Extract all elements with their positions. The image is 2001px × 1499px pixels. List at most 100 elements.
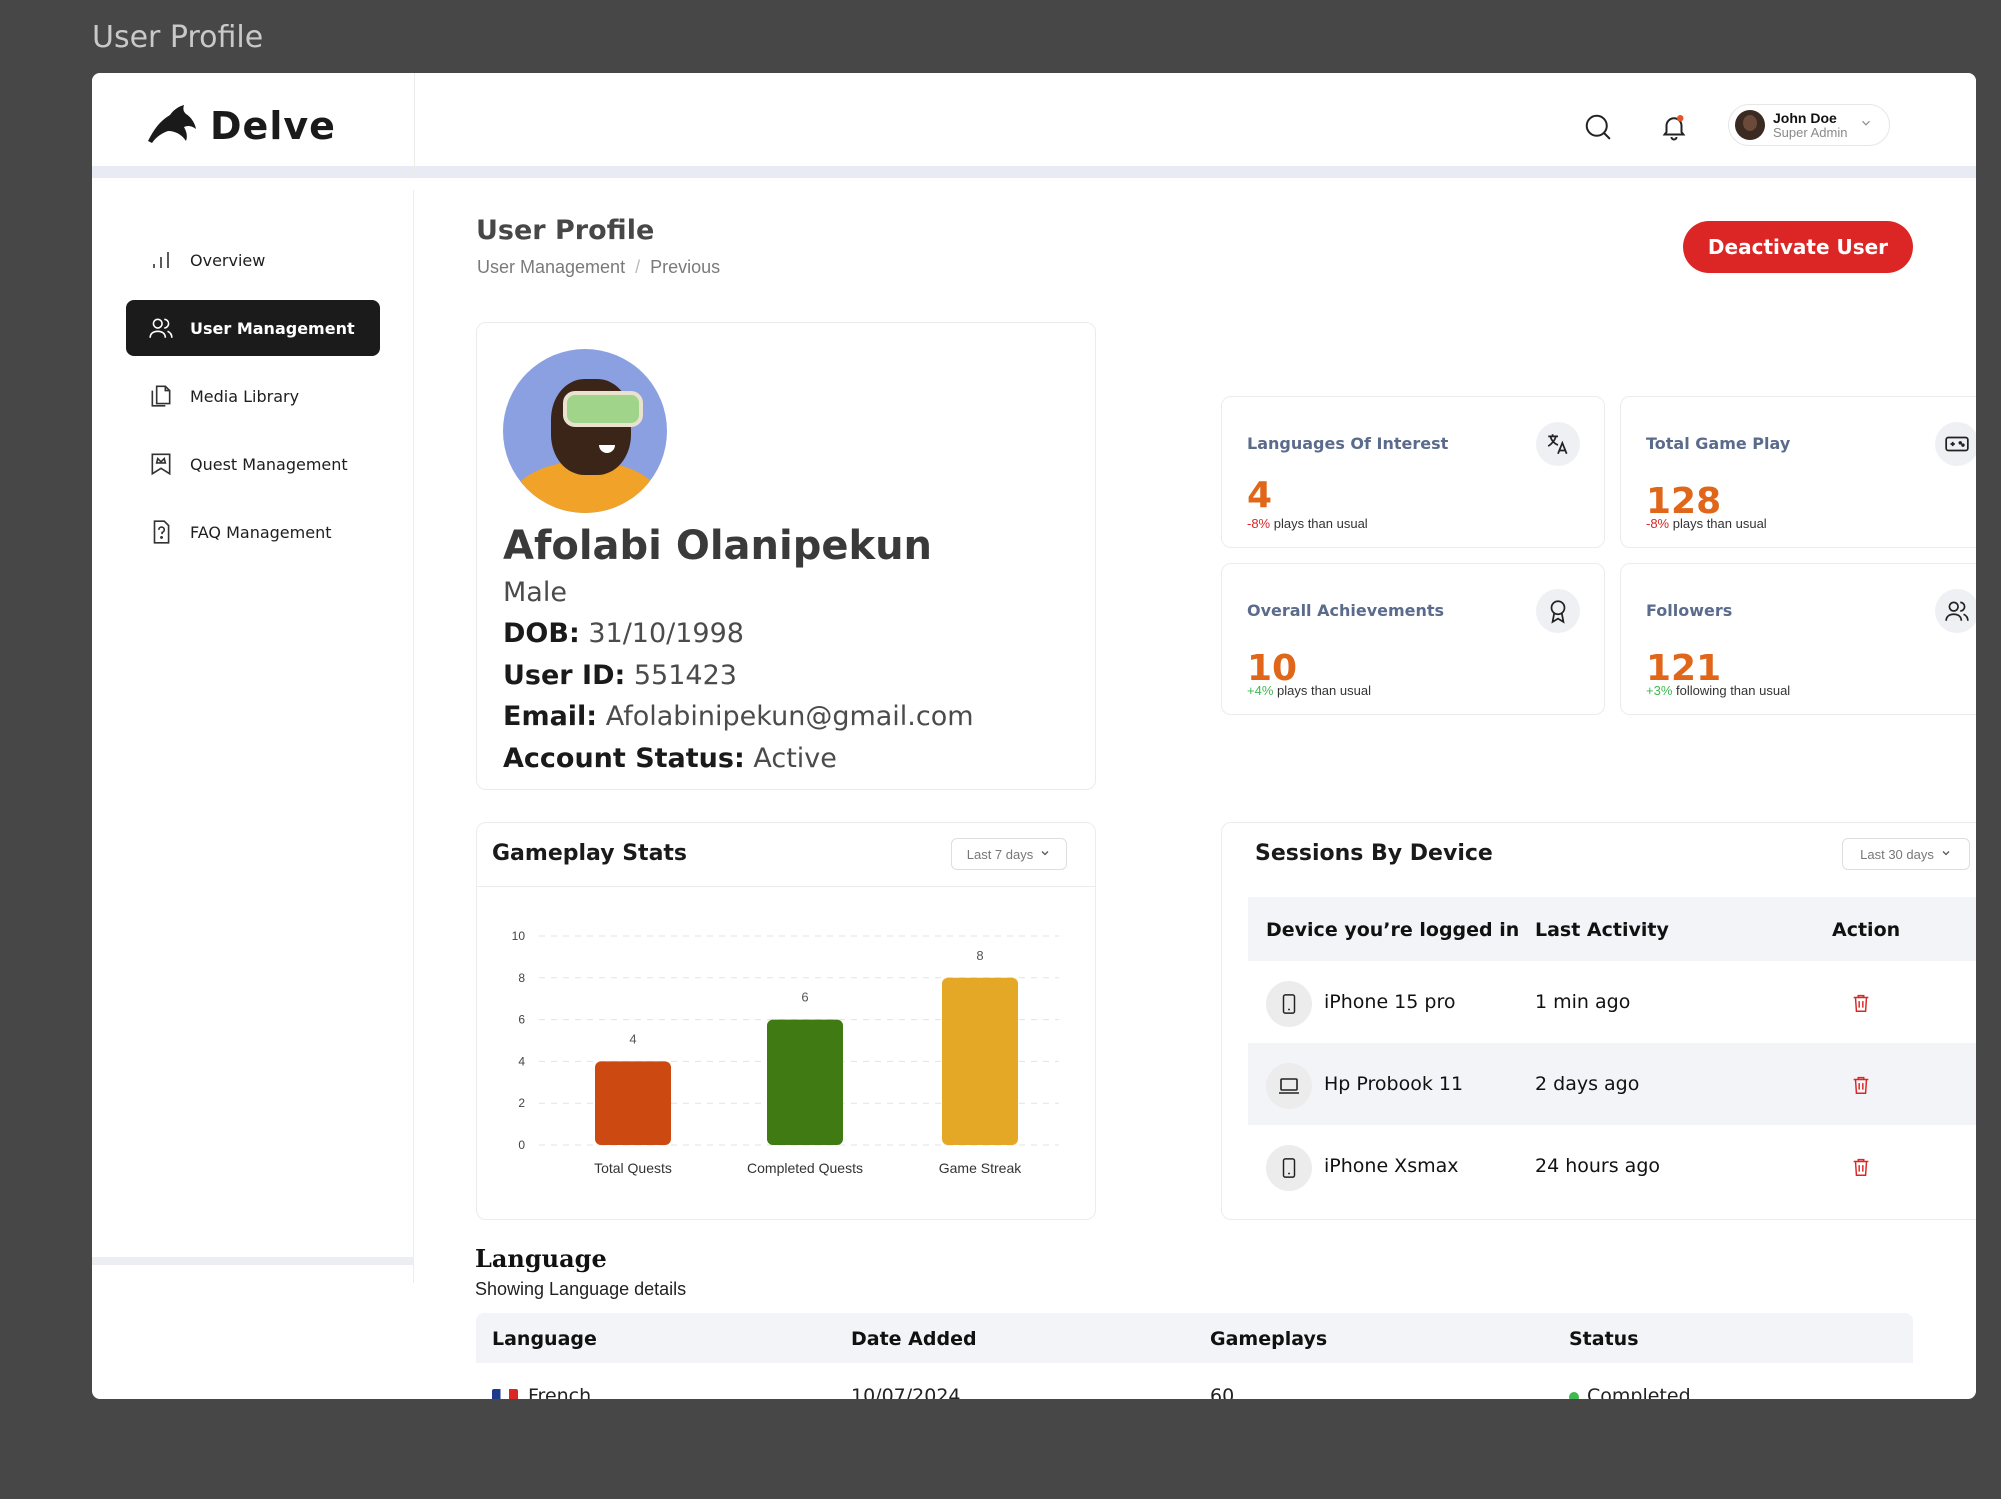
data-label: 6 [801, 990, 808, 1005]
sidebar-item-label: Quest Management [190, 454, 348, 474]
sidebar-item-user-management[interactable]: User Management [126, 300, 380, 356]
date-added-cell: 10/07/2024 [851, 1385, 961, 1399]
topbar-divider [414, 73, 415, 178]
stat-card-languages: Languages Of Interest 4 -8% plays than u… [1221, 396, 1605, 548]
y-tick-label: 2 [518, 1096, 525, 1110]
page-title: User Profile [476, 215, 655, 246]
stat-title: Languages Of Interest [1247, 434, 1449, 453]
table-row: iPhone Xsmax 24 hours ago [1248, 1125, 1976, 1207]
bar-chart-icon [148, 247, 174, 273]
deactivate-user-button[interactable]: Deactivate User [1683, 221, 1913, 273]
gameplay-bar-chart: 0 2 4 6 8 10 4 Total Quests 6 Completed Quests 8 Ga… [512, 929, 1059, 1176]
stat-card-followers: Followers 121 +3% following than usual [1620, 563, 1976, 715]
trash-icon[interactable] [1848, 989, 1874, 1017]
x-tick-label: Total Quests [594, 1160, 672, 1176]
sidebar-item-faq-management[interactable]: FAQ Management [126, 504, 380, 560]
phone-icon [1266, 981, 1312, 1027]
sessions-by-device-card: Sessions By Device Last 30 days Device y… [1221, 822, 1976, 1220]
last-activity: 1 min ago [1535, 991, 1631, 1013]
stat-value: 4 [1247, 475, 1273, 516]
table-row: iPhone 15 pro 1 min ago [1248, 961, 1976, 1043]
gameplay-stats-card: Gameplay Stats Last 7 days 0 2 4 6 8 10 4 Total… [476, 822, 1096, 1220]
y-tick-label: 10 [512, 929, 526, 943]
user-role: Super Admin [1773, 124, 1848, 140]
column-header: Language [492, 1328, 597, 1350]
sidebar-item-label: User Management [190, 318, 355, 338]
question-file-icon [148, 519, 174, 545]
breadcrumb-separator: / [635, 257, 641, 277]
column-header: Device you’re logged in [1266, 919, 1520, 941]
x-tick-label: Completed Quests [747, 1160, 863, 1176]
breadcrumb-item[interactable]: User Management [477, 257, 625, 278]
phone-icon [1266, 1145, 1312, 1191]
sidebar-item-media-library[interactable]: Media Library [126, 368, 380, 424]
column-header: Date Added [851, 1328, 977, 1350]
avatar [1735, 110, 1765, 140]
chevron-down-icon [1859, 116, 1873, 135]
sessions-range-dropdown[interactable]: Last 30 days [1842, 838, 1970, 870]
sidebar: Overview User Management Media Library Q… [92, 190, 414, 1283]
column-header: Status [1569, 1328, 1639, 1350]
device-name: Hp Probook 11 [1324, 1073, 1464, 1095]
stat-note: +4% plays than usual [1247, 683, 1371, 698]
french-flag-icon [492, 1388, 518, 1399]
table-row: French 10/07/2024 60 Completed [476, 1363, 1913, 1399]
sidebar-item-quest-management[interactable]: Quest Management [126, 436, 380, 492]
users-icon [1935, 589, 1976, 633]
profile-user-id: User ID: 551423 [503, 660, 737, 691]
sessions-table-header: Device you’re logged in Last Activity Ac… [1248, 897, 1976, 961]
breadcrumb-item[interactable]: Previous [650, 257, 720, 278]
stat-title: Overall Achievements [1247, 601, 1445, 620]
search-icon[interactable] [1580, 109, 1616, 145]
stat-card-overall-achievements: Overall Achievements 10 +4% plays than u… [1221, 563, 1605, 715]
brand-logo[interactable]: Delve [146, 101, 336, 151]
stat-title: Total Game Play [1646, 434, 1791, 453]
profile-card: Afolabi Olanipekun Male DOB: 31/10/1998 … [476, 322, 1096, 790]
dropdown-value: Last 7 days [966, 846, 1034, 862]
trash-icon[interactable] [1848, 1071, 1874, 1099]
app-window: Delve John Doe Super Admin Overview User… [92, 73, 1976, 1399]
profile-account-status: Account Status: Active [503, 743, 837, 774]
brand-name: Delve [210, 104, 336, 148]
sidebar-footer-divider [92, 1257, 414, 1265]
bar [595, 1061, 671, 1145]
sidebar-item-label: Media Library [190, 386, 300, 406]
sidebar-item-label: FAQ Management [190, 522, 332, 542]
gamepad-icon [1935, 422, 1976, 466]
dolphin-logo-icon [146, 103, 198, 150]
stat-title: Followers [1646, 601, 1733, 620]
column-header: Last Activity [1535, 919, 1669, 941]
last-activity: 24 hours ago [1535, 1155, 1661, 1177]
trash-icon[interactable] [1848, 1153, 1874, 1181]
profile-name: Afolabi Olanipekun [503, 523, 933, 569]
top-bar: Delve John Doe Super Admin [92, 73, 1976, 178]
profile-dob: DOB: 31/10/1998 [503, 618, 744, 649]
award-icon [1536, 589, 1580, 633]
language-section-subtitle: Showing Language details [475, 1279, 687, 1299]
sidebar-item-overview[interactable]: Overview [126, 232, 380, 288]
documents-icon [148, 383, 174, 409]
y-tick-label: 8 [518, 971, 525, 985]
stat-note: -8% plays than usual [1247, 516, 1368, 531]
profile-email: Email: Afolabinipekun@gmail.com [503, 701, 974, 732]
sessions-title: Sessions By Device [1255, 841, 1493, 866]
gameplay-range-dropdown[interactable]: Last 7 days [951, 838, 1067, 870]
laptop-icon [1266, 1063, 1312, 1109]
user-menu[interactable]: John Doe Super Admin [1728, 104, 1890, 146]
notification-bell-icon[interactable] [1656, 109, 1692, 145]
bar [942, 977, 1018, 1145]
device-name: iPhone 15 pro [1324, 991, 1456, 1013]
gameplay-stats-title: Gameplay Stats [492, 841, 688, 866]
stat-note: -8% plays than usual [1646, 516, 1767, 531]
column-header: Gameplays [1210, 1328, 1328, 1350]
last-activity: 2 days ago [1535, 1073, 1640, 1095]
breadcrumb: User Management / Previous [477, 257, 720, 278]
language-section-title: Language [475, 1244, 607, 1273]
crown-bookmark-icon [148, 451, 174, 477]
chevron-down-icon [1039, 847, 1051, 862]
y-tick-label: 0 [518, 1138, 525, 1152]
stat-note: +3% following than usual [1646, 683, 1791, 698]
bar [767, 1019, 843, 1145]
y-tick-label: 4 [518, 1054, 525, 1068]
language-cell: French [492, 1385, 591, 1399]
